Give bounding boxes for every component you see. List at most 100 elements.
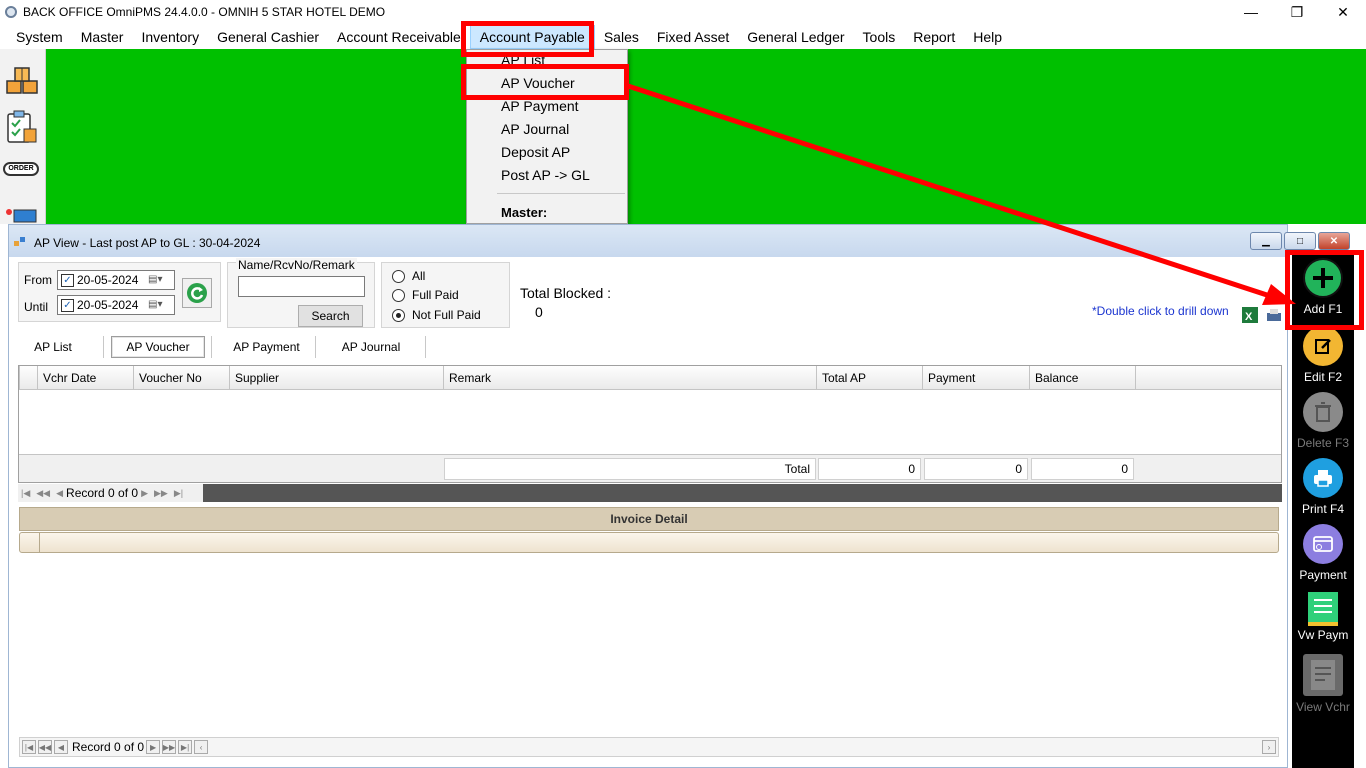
next-record-icon[interactable]: ▶ xyxy=(141,488,148,499)
minimize-button[interactable]: — xyxy=(1228,0,1274,24)
left-toolbar: ORDER xyxy=(0,49,46,224)
total-payment-value: 0 xyxy=(924,458,1028,480)
delete-button[interactable]: Delete F3 xyxy=(1292,384,1354,450)
child-minimize-button[interactable]: ▁ xyxy=(1250,232,1282,250)
menu-general-ledger[interactable]: General Ledger xyxy=(738,25,853,49)
menu-fixed-asset[interactable]: Fixed Asset xyxy=(648,25,738,49)
child-close-button[interactable]: ✕ xyxy=(1318,232,1350,250)
dropdown-post-ap-gl[interactable]: Post AP -> GL xyxy=(501,167,590,183)
tab-ap-voucher[interactable]: AP Voucher xyxy=(111,336,205,358)
calendar-dropdown-icon[interactable]: ▤▾ xyxy=(148,299,168,311)
column-balance[interactable]: Balance xyxy=(1029,366,1135,390)
form-icon xyxy=(14,237,25,246)
menu-system[interactable]: System xyxy=(0,25,72,49)
dropdown-ap-payment[interactable]: AP Payment xyxy=(501,98,579,114)
callout-add-button xyxy=(1285,250,1364,330)
search-group: Name/RcvNo/Remark Search xyxy=(227,258,375,328)
column-voucher-no[interactable]: Voucher No xyxy=(133,366,229,390)
until-date-picker[interactable]: ✓ 20-05-2024 ▤▾ xyxy=(57,295,175,315)
column-filler xyxy=(1135,366,1281,390)
grid-total-row: Total 0 0 0 xyxy=(19,454,1281,482)
scroll-left-icon[interactable]: ‹ xyxy=(194,740,209,754)
prev-page-icon[interactable]: ◀◀ xyxy=(36,488,50,499)
restore-button[interactable]: ❐ xyxy=(1274,0,1320,24)
invoice-record-navigator: |◀ ◀◀ ◀ Record 0 of 0 ▶ ▶▶ ▶| ‹ › xyxy=(19,737,1279,757)
column-total-ap[interactable]: Total AP xyxy=(816,366,922,390)
print-export-icon[interactable] xyxy=(1265,307,1283,325)
title-bar: BACK OFFICE OmniPMS 24.4.0.0 - OMNIH 5 S… xyxy=(0,0,1366,24)
svg-text:X: X xyxy=(1245,311,1253,323)
total-blocked-value: 0 xyxy=(535,304,543,320)
search-input[interactable] xyxy=(238,276,365,297)
grid-header-row: Vchr Date Voucher No Supplier Remark Tot… xyxy=(19,366,1281,390)
first-record-icon[interactable]: |◀ xyxy=(21,488,30,499)
prev-page-icon[interactable]: ◀◀ xyxy=(38,740,52,754)
column-payment[interactable]: Payment xyxy=(922,366,1029,390)
search-button[interactable]: Search xyxy=(298,305,363,327)
record-counter: Record 0 of 0 xyxy=(66,486,139,500)
printer-icon xyxy=(1303,458,1343,498)
menu-general-cashier[interactable]: General Cashier xyxy=(208,25,328,49)
from-label: From xyxy=(24,273,52,287)
radio-button[interactable] xyxy=(392,269,405,283)
tab-ap-list[interactable]: AP List xyxy=(23,336,83,358)
child-maximize-button[interactable]: □ xyxy=(1284,232,1316,250)
next-page-icon[interactable]: ▶▶ xyxy=(154,488,168,499)
print-button[interactable]: Print F4 xyxy=(1292,450,1354,516)
calendar-dropdown-icon[interactable]: ▤▾ xyxy=(148,274,168,286)
radio-not-full-paid[interactable]: Not Full Paid xyxy=(392,308,481,322)
total-label: Total xyxy=(444,458,816,480)
column-remark[interactable]: Remark xyxy=(443,366,816,390)
tab-ap-journal[interactable]: AP Journal xyxy=(321,336,421,358)
from-date-checkbox[interactable]: ✓ xyxy=(61,273,74,287)
radio-all[interactable]: All xyxy=(392,269,425,283)
menu-report[interactable]: Report xyxy=(904,25,964,49)
next-page-icon[interactable]: ▶▶ xyxy=(162,740,177,754)
menu-sales[interactable]: Sales xyxy=(595,25,648,49)
radio-full-paid[interactable]: Full Paid xyxy=(392,288,459,302)
total-ap-value: 0 xyxy=(818,458,921,480)
tab-separator xyxy=(425,336,426,358)
dropdown-ap-journal[interactable]: AP Journal xyxy=(501,121,569,137)
column-vchr-date[interactable]: Vchr Date xyxy=(37,366,133,390)
clipboard-checklist-icon[interactable] xyxy=(4,109,40,145)
boxes-icon[interactable] xyxy=(4,61,40,97)
total-balance-value: 0 xyxy=(1031,458,1134,480)
refresh-button[interactable] xyxy=(182,278,212,308)
radio-button-selected[interactable] xyxy=(392,308,405,322)
grid-record-navigator: |◀ ◀◀ ◀ Record 0 of 0 ▶ ▶▶ ▶| xyxy=(18,484,203,502)
payment-card-icon xyxy=(1303,524,1343,564)
view-payment-button[interactable]: Vw Paym xyxy=(1292,582,1354,642)
ap-view-window: AP View - Last post AP to GL : 30-04-202… xyxy=(8,224,1288,768)
column-supplier[interactable]: Supplier xyxy=(229,366,443,390)
order-icon[interactable]: ORDER xyxy=(3,162,39,176)
callout-ap-voucher-item xyxy=(461,64,629,100)
next-record-icon[interactable]: ▶ xyxy=(146,740,161,754)
menu-tools[interactable]: Tools xyxy=(854,25,905,49)
excel-export-icon[interactable]: X xyxy=(1240,305,1260,325)
last-record-icon[interactable]: ▶| xyxy=(178,740,193,754)
last-record-icon[interactable]: ▶| xyxy=(174,488,183,499)
until-date-checkbox[interactable]: ✓ xyxy=(61,298,74,312)
tab-separator xyxy=(315,336,316,358)
ap-voucher-grid[interactable]: Vchr Date Voucher No Supplier Remark Tot… xyxy=(18,365,1282,483)
menu-master[interactable]: Master xyxy=(72,25,133,49)
prev-record-icon[interactable]: ◀ xyxy=(56,488,63,499)
pos-terminal-icon[interactable] xyxy=(4,204,40,224)
grid-horizontal-scrollbar[interactable] xyxy=(203,484,1282,502)
scroll-right-icon[interactable]: › xyxy=(1262,740,1276,754)
ap-view-title: AP View - Last post AP to GL : 30-04-202… xyxy=(34,236,261,250)
tab-ap-payment[interactable]: AP Payment xyxy=(219,336,314,358)
from-date-picker[interactable]: ✓ 20-05-2024 ▤▾ xyxy=(57,270,175,290)
menu-account-receivable[interactable]: Account Receivable xyxy=(328,25,470,49)
payment-button[interactable]: Payment xyxy=(1292,516,1354,582)
menu-help[interactable]: Help xyxy=(964,25,1011,49)
radio-button[interactable] xyxy=(392,288,405,302)
prev-record-icon[interactable]: ◀ xyxy=(54,740,68,754)
menu-inventory[interactable]: Inventory xyxy=(132,25,208,49)
close-button[interactable]: ✕ xyxy=(1320,0,1366,24)
invoice-detail-header: Invoice Detail xyxy=(19,507,1279,531)
view-voucher-button[interactable]: View Vchr xyxy=(1292,648,1354,714)
first-record-icon[interactable]: |◀ xyxy=(22,740,36,754)
dropdown-deposit-ap[interactable]: Deposit AP xyxy=(501,144,570,160)
